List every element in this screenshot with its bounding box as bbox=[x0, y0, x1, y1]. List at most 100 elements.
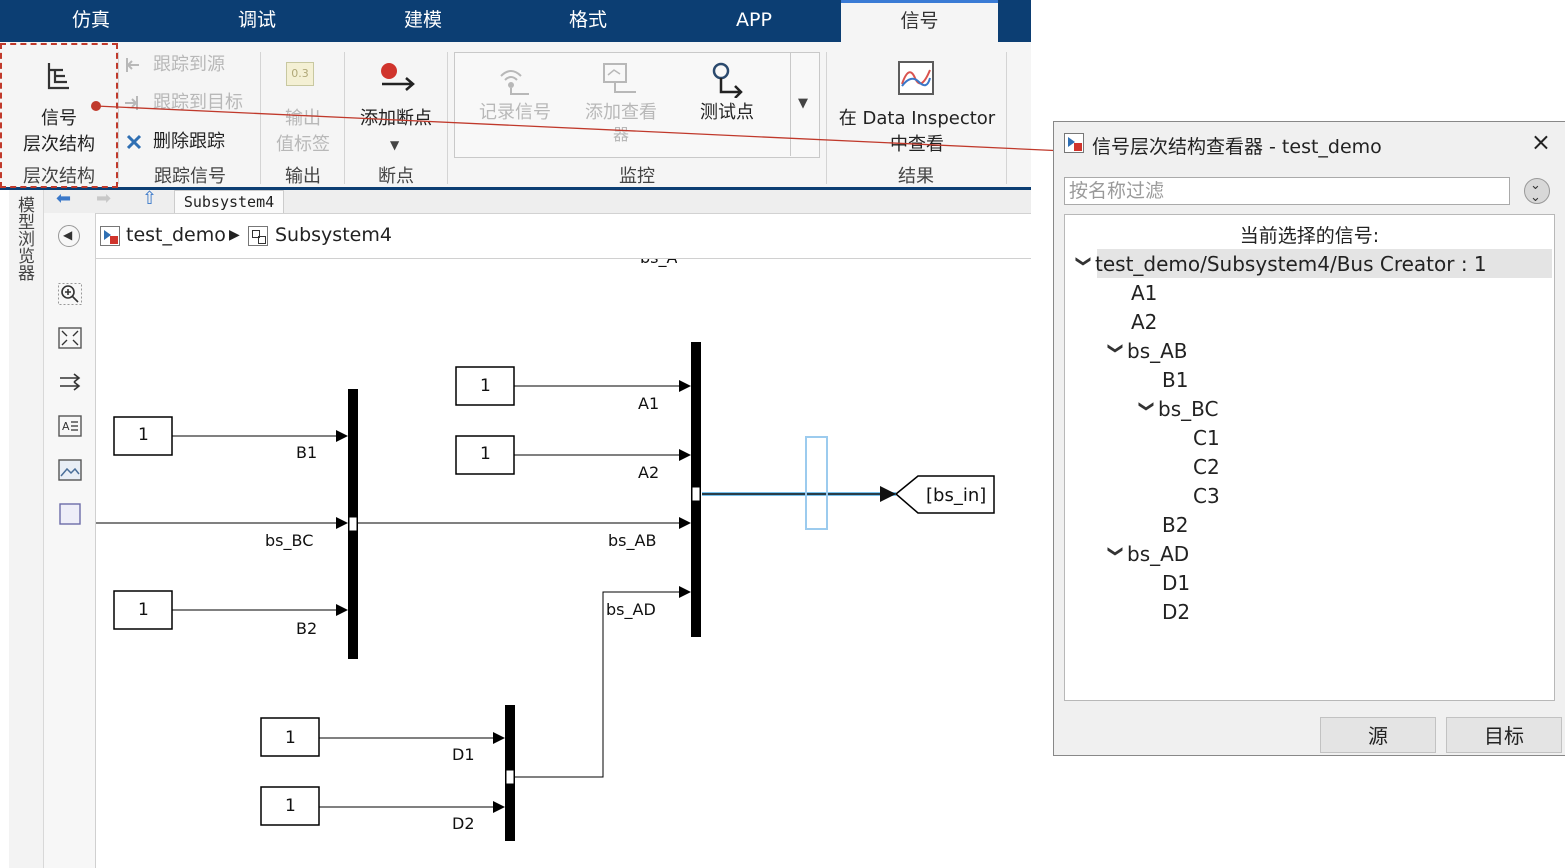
remove-trace-button[interactable]: 删除跟踪 bbox=[153, 129, 225, 155]
add-viewer-label-1: 添加查看 bbox=[585, 102, 657, 123]
add-breakpoint-icon bbox=[381, 63, 415, 91]
tree-node-label: bs_AD bbox=[1127, 542, 1190, 566]
tree-node-c2[interactable]: C2 bbox=[1193, 453, 1220, 481]
value-label-icon: 0.3 bbox=[286, 62, 314, 86]
tree-node-a1[interactable]: A1 bbox=[1131, 279, 1157, 307]
tab-simulation[interactable]: 仿真 bbox=[30, 0, 152, 42]
forward-arrow-icon[interactable]: ➡ bbox=[96, 188, 111, 209]
tree-node-b2[interactable]: B2 bbox=[1162, 511, 1188, 539]
clipped-signal-label: bs_A bbox=[640, 259, 677, 267]
add-breakpoint-button[interactable]: 添加断点 bbox=[350, 106, 442, 132]
section-label-results: 结果 bbox=[898, 166, 934, 187]
tree-node-label: C2 bbox=[1193, 455, 1220, 479]
section-label-breakpoint: 断点 bbox=[378, 166, 414, 187]
source-button[interactable]: 源 bbox=[1320, 717, 1436, 753]
signal-label-b2[interactable]: B2 bbox=[296, 619, 317, 638]
tree-node-a2[interactable]: A2 bbox=[1131, 308, 1157, 336]
bus-port bbox=[348, 516, 358, 532]
annotation-icon[interactable]: A bbox=[58, 415, 82, 437]
tree-node-c3[interactable]: C3 bbox=[1193, 482, 1220, 510]
separator bbox=[1006, 52, 1007, 184]
annotation-highlight-box bbox=[0, 43, 118, 188]
monitor-gallery-expand[interactable]: ▼ bbox=[790, 52, 819, 156]
fit-to-view-icon[interactable] bbox=[58, 327, 82, 349]
data-inspector-label-2: 中查看 bbox=[890, 134, 944, 155]
editor-left-toolbar bbox=[44, 213, 96, 868]
signal-label-bs-ad[interactable]: bs_AD bbox=[606, 600, 656, 619]
separator bbox=[118, 52, 119, 184]
test-point-button[interactable]: 测试点 bbox=[680, 100, 774, 126]
trace-to-target-button[interactable]: 跟踪到目标 bbox=[153, 90, 243, 116]
breadcrumb-separator-icon: ▶ bbox=[229, 227, 240, 243]
signal-line-bs-ad[interactable] bbox=[515, 586, 691, 778]
constant-value: 1 bbox=[138, 600, 149, 620]
tree-node-root[interactable]: ❯ test_demo/Subsystem4/Bus Creator : 1 bbox=[1073, 250, 1487, 278]
view-in-data-inspector-button[interactable]: 在 Data Inspector 中查看 bbox=[832, 106, 1002, 158]
add-viewer-button[interactable]: 添加查看 器 bbox=[570, 100, 672, 144]
breadcrumb-model[interactable]: test_demo bbox=[126, 224, 226, 246]
close-icon[interactable]: × bbox=[1531, 128, 1551, 156]
tab-app[interactable]: APP bbox=[693, 0, 815, 42]
subsystem-tab[interactable]: Subsystem4 bbox=[174, 190, 284, 213]
breadcrumb-subsystem[interactable]: Subsystem4 bbox=[275, 224, 392, 246]
tree-node-label: A1 bbox=[1131, 281, 1158, 305]
constant-value: 1 bbox=[285, 728, 296, 748]
signal-label-a1[interactable]: A1 bbox=[638, 394, 659, 413]
toolstrip: 信号 层次结构 层次结构 跟踪到源 跟踪到目标 删除跟踪 跟踪信号 0.3 输出… bbox=[0, 42, 1031, 190]
test-point-icon bbox=[712, 62, 743, 98]
filter-options-icon[interactable]: ⌄ ⌄ bbox=[1524, 178, 1550, 204]
selection-handle[interactable] bbox=[805, 436, 828, 530]
signal-route-icon[interactable] bbox=[58, 371, 82, 393]
tab-format[interactable]: 格式 bbox=[527, 0, 649, 42]
output-value-labels-button[interactable]: 输出 值标签 bbox=[270, 106, 336, 158]
section-label-monitor: 监控 bbox=[619, 166, 655, 187]
back-arrow-icon[interactable]: ⬅ bbox=[56, 188, 71, 209]
tree-node-b1[interactable]: B1 bbox=[1162, 366, 1188, 394]
chevron-down-icon[interactable]: ❯ bbox=[1133, 400, 1161, 422]
log-signal-icon bbox=[500, 70, 529, 95]
zoom-in-icon[interactable] bbox=[58, 283, 82, 305]
signal-label-d2[interactable]: D2 bbox=[452, 814, 475, 833]
image-icon[interactable] bbox=[58, 459, 82, 481]
tree-node-label: C3 bbox=[1193, 484, 1220, 508]
up-arrow-icon[interactable]: ⇧ bbox=[142, 188, 157, 209]
address-bar: test_demo ▶ Subsystem4 bbox=[96, 216, 1031, 259]
tree-node-d2[interactable]: D2 bbox=[1162, 598, 1190, 626]
tree-node-d1[interactable]: D1 bbox=[1162, 569, 1190, 597]
filter-input[interactable] bbox=[1065, 178, 1509, 204]
signal-label-a2[interactable]: A2 bbox=[638, 463, 659, 482]
tree-node-label: A2 bbox=[1131, 310, 1158, 334]
trace-to-source-button[interactable]: 跟踪到源 bbox=[153, 52, 225, 78]
chevron-down-icon[interactable]: ❯ bbox=[1102, 342, 1130, 364]
clipped-label-container: bs_A bbox=[640, 259, 677, 267]
model-canvas[interactable] bbox=[96, 259, 1031, 868]
signal-label-b1[interactable]: B1 bbox=[296, 443, 317, 462]
tree-node-bs-ab[interactable]: ❯ bs_AB bbox=[1105, 337, 1188, 365]
tree-node-bs-ad[interactable]: ❯ bs_AD bbox=[1105, 540, 1189, 568]
data-inspector-label-1: 在 Data Inspector bbox=[838, 108, 996, 129]
tree-node-label: D2 bbox=[1162, 600, 1191, 624]
tab-signal[interactable]: 信号 bbox=[841, 0, 998, 42]
filter-field[interactable] bbox=[1064, 177, 1510, 205]
trace-to-source-icon bbox=[126, 58, 139, 72]
section-label-output: 输出 bbox=[285, 166, 321, 187]
signal-label-bs-bc[interactable]: bs_BC bbox=[265, 531, 313, 550]
tab-debug[interactable]: 调试 bbox=[196, 0, 318, 42]
model-browser-label[interactable]: 模型浏览器 bbox=[12, 196, 37, 281]
signal-label-bs-ab[interactable]: bs_AB bbox=[608, 531, 656, 550]
constant-value: 1 bbox=[480, 444, 491, 464]
log-signal-button[interactable]: 记录信号 bbox=[465, 100, 565, 126]
tree-node-c1[interactable]: C1 bbox=[1193, 424, 1220, 452]
hide-explorer-icon[interactable]: ◀ bbox=[58, 225, 80, 247]
tab-modeling[interactable]: 建模 bbox=[362, 0, 484, 42]
breakpoint-dropdown-icon[interactable]: ▼ bbox=[390, 138, 399, 152]
signal-label-d1[interactable]: D1 bbox=[452, 745, 475, 764]
chevron-down-icon[interactable]: ❯ bbox=[1102, 545, 1130, 567]
model-browser-strip[interactable] bbox=[9, 190, 44, 868]
target-button[interactable]: 目标 bbox=[1446, 717, 1562, 753]
tree-node-bs-bc[interactable]: ❯ bs_BC bbox=[1136, 395, 1218, 423]
trace-to-target-icon bbox=[125, 96, 138, 110]
chevron-down-icon[interactable]: ❯ bbox=[1070, 255, 1098, 277]
constant-value: 1 bbox=[138, 425, 149, 445]
area-icon[interactable] bbox=[58, 503, 82, 525]
